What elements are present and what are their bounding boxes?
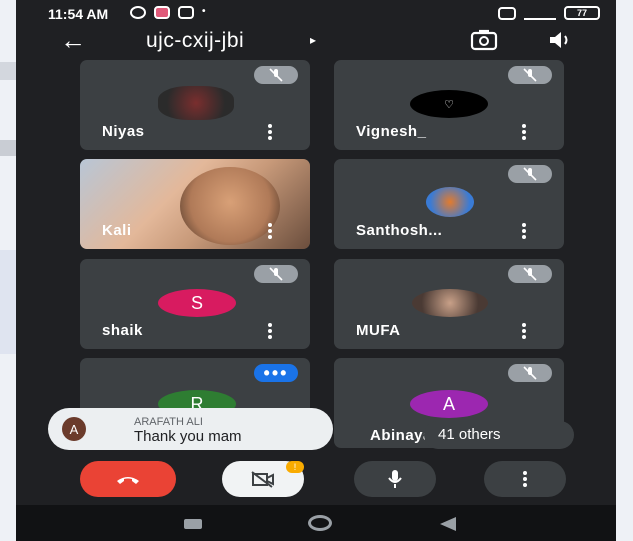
battery-icon: 77	[564, 6, 600, 20]
meet-call-screen: 11:54 AM • 77 ← ujc-cxij-jbi ▸ Niyas ♡ V…	[16, 0, 616, 541]
muted-mic-icon	[508, 66, 552, 84]
home-nav-icon[interactable]	[308, 515, 332, 531]
muted-mic-icon	[508, 364, 552, 382]
data-saver-icon	[498, 6, 516, 20]
more-options-icon[interactable]	[522, 323, 526, 339]
speaking-indicator-icon: •••	[254, 364, 298, 382]
status-time: 11:54 AM	[48, 6, 109, 22]
end-call-button[interactable]	[80, 461, 176, 497]
chat-message-toast[interactable]: A ARAFATH ALI Thank you mam	[48, 408, 333, 450]
speaker-icon[interactable]	[546, 29, 574, 51]
gallery-icon	[154, 6, 170, 19]
muted-mic-icon	[508, 265, 552, 283]
participant-name: Vignesh_	[356, 123, 427, 140]
back-arrow-icon[interactable]: ←	[60, 26, 86, 54]
avatar	[412, 289, 488, 317]
face	[180, 167, 280, 245]
participant-tile[interactable]: MUFA	[334, 259, 564, 349]
participant-tile[interactable]: Santhosh...	[334, 159, 564, 249]
participant-name: Niyas	[102, 123, 145, 140]
avatar: A	[410, 390, 488, 418]
more-options-icon[interactable]	[522, 124, 526, 140]
recents-nav-icon[interactable]	[184, 519, 202, 529]
participant-tile[interactable]: Niyas	[80, 60, 310, 150]
background-strip	[0, 62, 16, 80]
participant-name: Abinaya	[370, 427, 432, 444]
caret-right-icon[interactable]: ▸	[310, 33, 316, 47]
avatar	[426, 187, 474, 217]
more-options-icon[interactable]	[268, 323, 272, 339]
avatar: ♡	[410, 90, 488, 118]
participant-name: Kali	[102, 222, 132, 239]
more-options-icon[interactable]	[268, 223, 272, 239]
cast-icon	[178, 6, 194, 19]
muted-mic-icon	[254, 66, 298, 84]
muted-mic-icon	[254, 265, 298, 283]
background-strip	[0, 140, 16, 156]
sender-avatar: A	[62, 417, 86, 441]
chat-message: Thank you mam	[134, 428, 242, 445]
more-icon	[523, 471, 527, 487]
camera-off-icon	[251, 471, 274, 488]
meeting-header: ← ujc-cxij-jbi ▸	[16, 26, 616, 56]
muted-mic-icon	[508, 165, 552, 183]
sender-name: ARAFATH ALI	[134, 416, 203, 428]
more-options-icon[interactable]	[268, 124, 272, 140]
meeting-code[interactable]: ujc-cxij-jbi	[146, 29, 244, 53]
whatsapp-icon	[130, 6, 146, 19]
avatar: S	[158, 289, 236, 317]
participant-tile[interactable]: S shaik	[80, 259, 310, 349]
microphone-button[interactable]	[354, 461, 436, 497]
status-notification-icons: •	[130, 6, 206, 19]
switch-camera-icon[interactable]	[470, 29, 498, 51]
alert-badge: !	[286, 461, 304, 473]
back-nav-icon[interactable]	[440, 517, 456, 531]
participant-name: Santhosh...	[356, 222, 443, 239]
participant-name: MUFA	[356, 322, 401, 339]
more-options-button[interactable]	[484, 461, 566, 497]
dot-icon: •	[202, 6, 206, 17]
signal-icon	[524, 6, 556, 20]
background-strip	[0, 250, 16, 354]
status-right-icons: 77	[498, 6, 600, 20]
system-nav-bar	[16, 505, 616, 541]
participant-tile[interactable]: ♡ Vignesh_	[334, 60, 564, 150]
mic-icon	[388, 470, 402, 488]
others-count-button[interactable]: 41 others	[424, 421, 574, 449]
participant-name: shaik	[102, 322, 143, 339]
more-options-icon[interactable]	[522, 223, 526, 239]
status-bar: 11:54 AM • 77	[16, 0, 616, 26]
avatar	[158, 86, 234, 120]
hangup-icon	[117, 477, 139, 484]
battery-level: 77	[576, 8, 587, 18]
participant-tile[interactable]: Kali	[80, 159, 310, 249]
